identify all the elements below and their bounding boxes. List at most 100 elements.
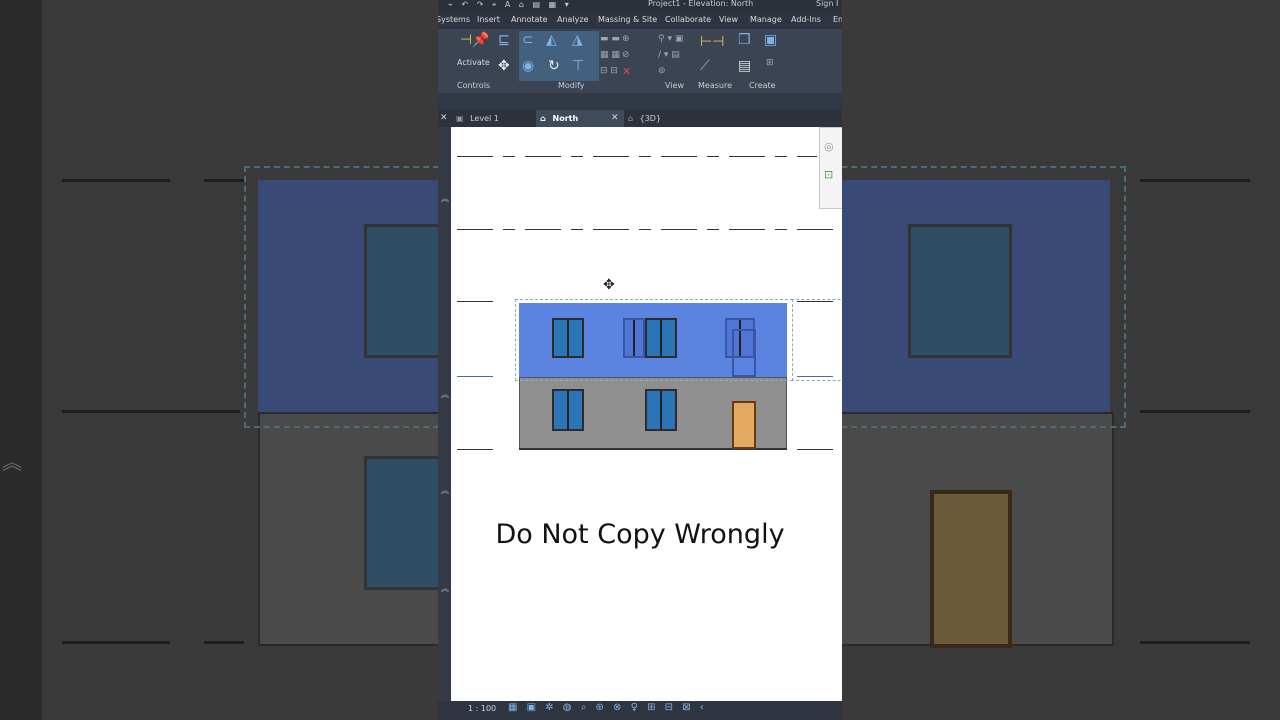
activate-label: Activate <box>457 58 490 67</box>
pin-icon[interactable]: ⊕ <box>622 35 630 44</box>
move-cursor-icon: ✥ <box>603 277 615 293</box>
background-level-line <box>1140 641 1250 644</box>
lower-window[interactable] <box>552 389 584 431</box>
collapse-icon[interactable]: ︽ <box>441 485 449 496</box>
level-line <box>729 156 765 157</box>
view-scale[interactable]: 1 : 100 <box>468 704 496 713</box>
mirror-axis-icon[interactable]: ◭ <box>546 33 557 47</box>
close-panel-icon[interactable]: ✕ <box>440 110 448 127</box>
level-line <box>503 229 515 230</box>
navigation-bar: ◎ ⊡ <box>819 127 842 209</box>
3d-view-icon: ⌂ <box>628 114 634 123</box>
copy-icon[interactable]: ◉ <box>522 59 534 73</box>
menu-add-ins[interactable]: Add-Ins <box>791 15 821 24</box>
create-part-icon[interactable]: ❒ <box>738 33 751 47</box>
upper-window[interactable] <box>645 318 677 358</box>
ribbon-panel: ⊣📌 Activate ⊑ ⊂ ◭ ◮ ▬ ▬ ▦ ▦ ⊟ ⊟ ✥ ◉ ↻ ⊤ … <box>438 29 842 94</box>
collapse-icon[interactable]: ︽ <box>441 193 449 204</box>
view-hide-icon[interactable]: ⊚ <box>658 67 666 76</box>
level-line <box>639 229 651 230</box>
collapse-icon[interactable]: ︽ <box>441 389 449 400</box>
lower-window[interactable] <box>645 389 677 431</box>
collapse-icon[interactable]: ︽ <box>441 583 449 594</box>
menu-collaborate[interactable]: Collaborate <box>665 15 711 24</box>
background-side-strip <box>0 0 42 720</box>
group-view: View <box>665 81 684 90</box>
level-line <box>797 449 833 450</box>
level-line <box>457 156 493 157</box>
group-measure: Measure <box>698 81 732 90</box>
measure-icon[interactable]: ⊢⊣ <box>700 35 724 49</box>
upper-door-ghost[interactable] <box>732 329 756 377</box>
view-tool-icon[interactable]: ⚲ ▾ ▣ <box>658 35 683 44</box>
unpin-icon[interactable]: ⊘ <box>622 51 630 60</box>
menu-massing-site[interactable]: Massing & Site <box>598 15 657 24</box>
menu-manage[interactable]: Manage <box>750 15 782 24</box>
title-bar: ⌁ ↶ ↷ ⌖ A ⌂ ▤ ▦ ▾ Project1 - Elevation: … <box>438 0 842 12</box>
offset-icon[interactable]: ⊂ <box>522 33 534 47</box>
video-caption: Do Not Copy Wrongly <box>495 519 785 550</box>
upper-window[interactable] <box>552 318 584 358</box>
steering-wheel-icon[interactable]: ◎ <box>824 140 834 153</box>
revit-window: ⌁ ↶ ↷ ⌖ A ⌂ ▤ ▦ ▾ Project1 - Elevation: … <box>438 0 842 720</box>
background-window <box>908 224 1012 358</box>
scale-icon[interactable]: ⊟ ⊟ <box>600 67 618 76</box>
activate-controls-icon[interactable]: ⊣📌 <box>460 33 490 47</box>
level-line <box>707 156 719 157</box>
ribbon-tabs: Systems Insert Annotate Analyze Massing … <box>438 12 842 29</box>
menu-annotate[interactable]: Annotate <box>511 15 548 24</box>
background-window <box>364 224 442 358</box>
background-level-line <box>62 179 170 182</box>
menu-systems[interactable]: Systems <box>438 15 470 24</box>
upper-window-ghost[interactable] <box>623 318 645 358</box>
vertical-toolbar: ︽ ︽ ︽ ︽ <box>438 127 451 701</box>
drawing-canvas[interactable]: ◎ ⊡ ✥ Do Not Copy Wrongly <box>451 127 842 701</box>
level-line <box>661 156 697 157</box>
view-override-icon[interactable]: ∕ ▾ ▤ <box>658 51 680 60</box>
level-line <box>503 156 515 157</box>
view-control-icons[interactable]: ▦ ▣ ✲ ◍ ⌕ ⊛ ⊗ ♀ ⊞ ⊟ ⊠ ‹ <box>508 702 707 713</box>
close-tab-icon[interactable]: ✕ <box>611 110 619 127</box>
menu-insert[interactable]: Insert <box>477 15 500 24</box>
mirror-draw-icon[interactable]: ◮ <box>572 33 583 47</box>
level-line <box>707 229 719 230</box>
menu-view[interactable]: View <box>719 15 738 24</box>
level-line <box>525 229 561 230</box>
create-similar-icon[interactable]: ⊞ <box>766 59 774 68</box>
level-line <box>457 229 493 230</box>
delete-icon[interactable]: ✕ <box>622 66 631 77</box>
dimension-icon[interactable]: ⟋ <box>700 59 710 73</box>
tab-level-1[interactable]: ▣ Level 1 <box>452 110 534 127</box>
options-bar <box>438 93 842 110</box>
move-icon[interactable]: ✥ <box>498 59 510 73</box>
background-level-line <box>204 179 244 182</box>
floor-plan-icon: ▣ <box>456 114 464 123</box>
background-level-line <box>1140 179 1250 182</box>
zoom-icon[interactable]: ⊡ <box>824 168 833 181</box>
front-door[interactable] <box>732 401 756 449</box>
background-level-line <box>62 641 170 644</box>
rotate-icon[interactable]: ↻ <box>548 59 560 73</box>
sign-in-link[interactable]: Sign I <box>816 0 838 8</box>
background-door <box>930 490 1012 648</box>
array-icon[interactable]: ▦ ▦ <box>600 51 620 60</box>
create-assembly-icon[interactable]: ▤ <box>738 59 751 73</box>
group-create: Create <box>749 81 776 90</box>
background-chevron-icon: ︽ <box>2 450 22 474</box>
split-icon[interactable]: ▬ ▬ <box>600 35 620 44</box>
create-group-icon[interactable]: ▣ <box>764 33 777 47</box>
menu-analyze[interactable]: Analyze <box>557 15 589 24</box>
level-line <box>639 156 651 157</box>
window-title: Project1 - Elevation: North <box>648 0 754 8</box>
align-icon[interactable]: ⊑ <box>498 33 510 47</box>
level-line <box>797 229 833 230</box>
menu-more[interactable]: En <box>833 15 842 24</box>
group-modify: Modify <box>558 81 585 90</box>
quick-access-toolbar[interactable]: ⌁ ↶ ↷ ⌖ A ⌂ ▤ ▦ ▾ <box>448 0 572 10</box>
tab-3d[interactable]: ⌂ {3D} <box>626 110 686 127</box>
level-line <box>775 156 787 157</box>
level-line <box>525 156 561 157</box>
level-line <box>571 156 583 157</box>
trim-icon[interactable]: ⊤ <box>572 59 584 73</box>
group-controls: Controls <box>457 81 491 90</box>
